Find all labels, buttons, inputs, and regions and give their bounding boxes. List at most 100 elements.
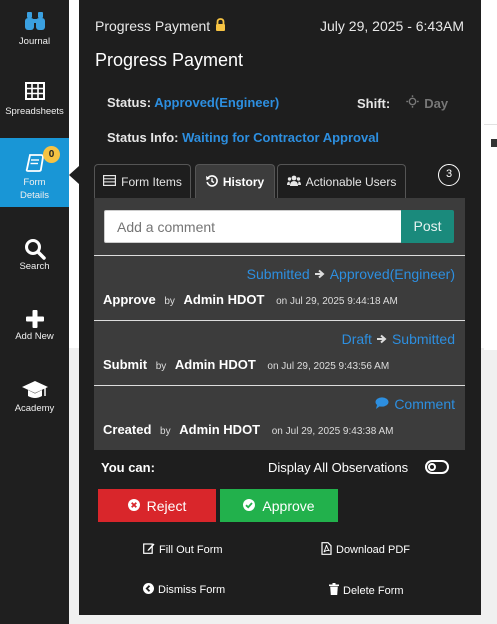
form-datetime: July 29, 2025 - 6:43AM [320, 18, 464, 34]
sidebar-label-journal: Journal [18, 36, 51, 47]
entry-by: by [155, 361, 167, 372]
entry-user: Admin HDOT [183, 292, 265, 307]
status-info-label: Status Info: [107, 130, 179, 145]
history-entry: Comment Created by Admin HDOT on Jul 29,… [94, 385, 465, 450]
entry-action-line: Created by Admin HDOT on Jul 29, 2025 9:… [103, 422, 394, 437]
history-entry: Draft Submitted Submit by Admin HDOT on … [94, 320, 465, 385]
entry-user: Admin HDOT [174, 357, 256, 372]
post-comment-button[interactable]: Post [401, 210, 454, 243]
sidebar-item-journal[interactable]: Journal [0, 0, 69, 69]
grid-icon [0, 82, 69, 100]
graduation-cap-icon [0, 379, 69, 401]
download-pdf-button[interactable]: Download PDF [321, 542, 410, 558]
panel-pointer [69, 166, 79, 184]
fill-out-form-button[interactable]: Fill Out Form [143, 542, 223, 557]
shift-row: Shift: Day [357, 95, 448, 111]
form-details-badge: 0 [43, 146, 60, 163]
sidebar: Journal Spreadsheets 0 Form Details Sear… [0, 0, 69, 624]
form-title: Progress Payment [95, 50, 244, 70]
entry-action: Approve [103, 292, 156, 307]
delete-form-label: Delete Form [343, 584, 404, 597]
sidebar-item-spreadsheets[interactable]: Spreadsheets [0, 69, 69, 138]
entry-timestamp: on Jul 29, 2025 9:43:38 AM [271, 426, 394, 437]
tab-history[interactable]: History [195, 164, 275, 199]
tab-actionable-users-label: Actionable Users [305, 175, 397, 189]
trash-icon [329, 583, 339, 598]
sidebar-item-search[interactable]: Search [0, 228, 69, 297]
reject-button[interactable]: Reject [98, 489, 216, 522]
pdf-file-icon [321, 542, 332, 558]
approve-label: Approve [262, 497, 315, 514]
times-circle-icon [127, 498, 140, 514]
users-icon [286, 175, 301, 189]
background-toolbar-edge [484, 124, 497, 350]
sun-icon [406, 95, 419, 111]
sidebar-label-search: Search [19, 261, 50, 272]
search-icon [0, 238, 69, 260]
shift-value: Day [424, 95, 449, 111]
download-pdf-label: Download PDF [336, 544, 410, 556]
sidebar-item-academy[interactable]: Academy [0, 369, 69, 438]
sidebar-label-details: Details [19, 190, 50, 201]
arrow-right-icon [314, 266, 325, 282]
edit-icon [143, 542, 155, 557]
transition-to: Submitted [391, 331, 455, 347]
you-can-label: You can: [101, 460, 155, 475]
sidebar-item-add-new[interactable]: Add New [0, 299, 69, 368]
plus-icon [0, 309, 69, 329]
entry-action-line: Approve by Admin HDOT on Jul 29, 2025 9:… [103, 292, 398, 307]
fill-out-form-label: Fill Out Form [159, 543, 223, 556]
history-panel: Post Submitted Approved(Engineer) Approv… [94, 198, 465, 450]
status-info-value: Waiting for Contractor Approval [182, 130, 380, 145]
display-all-observations-toggle[interactable] [425, 460, 449, 474]
reject-label: Reject [146, 497, 187, 514]
sidebar-label-add-new: Add New [15, 331, 54, 342]
sidebar-label-form: Form [23, 177, 46, 188]
binoculars-icon [0, 10, 69, 32]
tab-bar: Form Items History Actionable Users [94, 164, 406, 199]
status-transition: Submitted Approved(Engineer) [247, 266, 455, 282]
entry-action: Submit [103, 357, 148, 372]
sidebar-item-form-details[interactable]: 0 Form Details [0, 138, 69, 207]
status-info-row: Status Info: Waiting for Contractor Appr… [107, 130, 379, 145]
comment-icon [375, 396, 389, 412]
tab-actionable-users[interactable]: Actionable Users [277, 164, 406, 199]
delete-form-button[interactable]: Delete Form [329, 583, 404, 598]
sidebar-label-spreadsheets: Spreadsheets [5, 106, 64, 117]
approve-button[interactable]: Approve [220, 489, 338, 522]
entry-by: by [164, 296, 175, 307]
entry-timestamp: on Jul 29, 2025 9:44:18 AM [276, 296, 398, 307]
tab-history-label: History [222, 175, 265, 189]
entry-action-line: Submit by Admin HDOT on Jul 29, 2025 9:4… [103, 357, 389, 372]
status-transition: Draft Submitted [342, 331, 455, 347]
list-icon [103, 175, 117, 189]
sidebar-label-academy: Academy [14, 403, 55, 414]
toggle-knob [428, 463, 436, 471]
status-label: Status: [107, 95, 152, 110]
transition-from: Submitted [246, 266, 310, 282]
entry-by: by [160, 426, 171, 437]
status-row: Status: Approved(Engineer) [107, 95, 279, 110]
tab-form-items[interactable]: Form Items [94, 164, 191, 199]
entry-timestamp: on Jul 29, 2025 9:43:56 AM [267, 361, 390, 372]
background-toolbar-glyph [491, 139, 497, 147]
dismiss-form-button[interactable]: Dismiss Form [143, 583, 225, 597]
arrow-right-icon [376, 331, 387, 347]
shift-label: Shift: [357, 95, 391, 111]
dismiss-form-label: Dismiss Form [158, 584, 226, 596]
transition-to: Approved(Engineer) [329, 266, 455, 282]
history-entry: Submitted Approved(Engineer) Approve by … [94, 255, 465, 320]
form-type-label: Progress Payment [95, 18, 211, 34]
form-details-panel: Progress Payment July 29, 2025 - 6:43AM … [79, 0, 481, 615]
entry-action: Created [103, 422, 152, 437]
transition-from: Draft [341, 331, 372, 347]
chevron-left-circle-icon [143, 583, 154, 597]
tab-form-items-label: Form Items [121, 175, 182, 189]
comment-label: Comment [394, 396, 455, 412]
comment-link[interactable]: Comment [375, 396, 455, 412]
actionable-count-badge: 3 [438, 164, 460, 186]
history-icon [205, 174, 218, 190]
form-type-header: Progress Payment [95, 18, 226, 34]
comment-input[interactable] [104, 210, 402, 243]
display-all-observations-label: Display All Observations [268, 460, 409, 475]
